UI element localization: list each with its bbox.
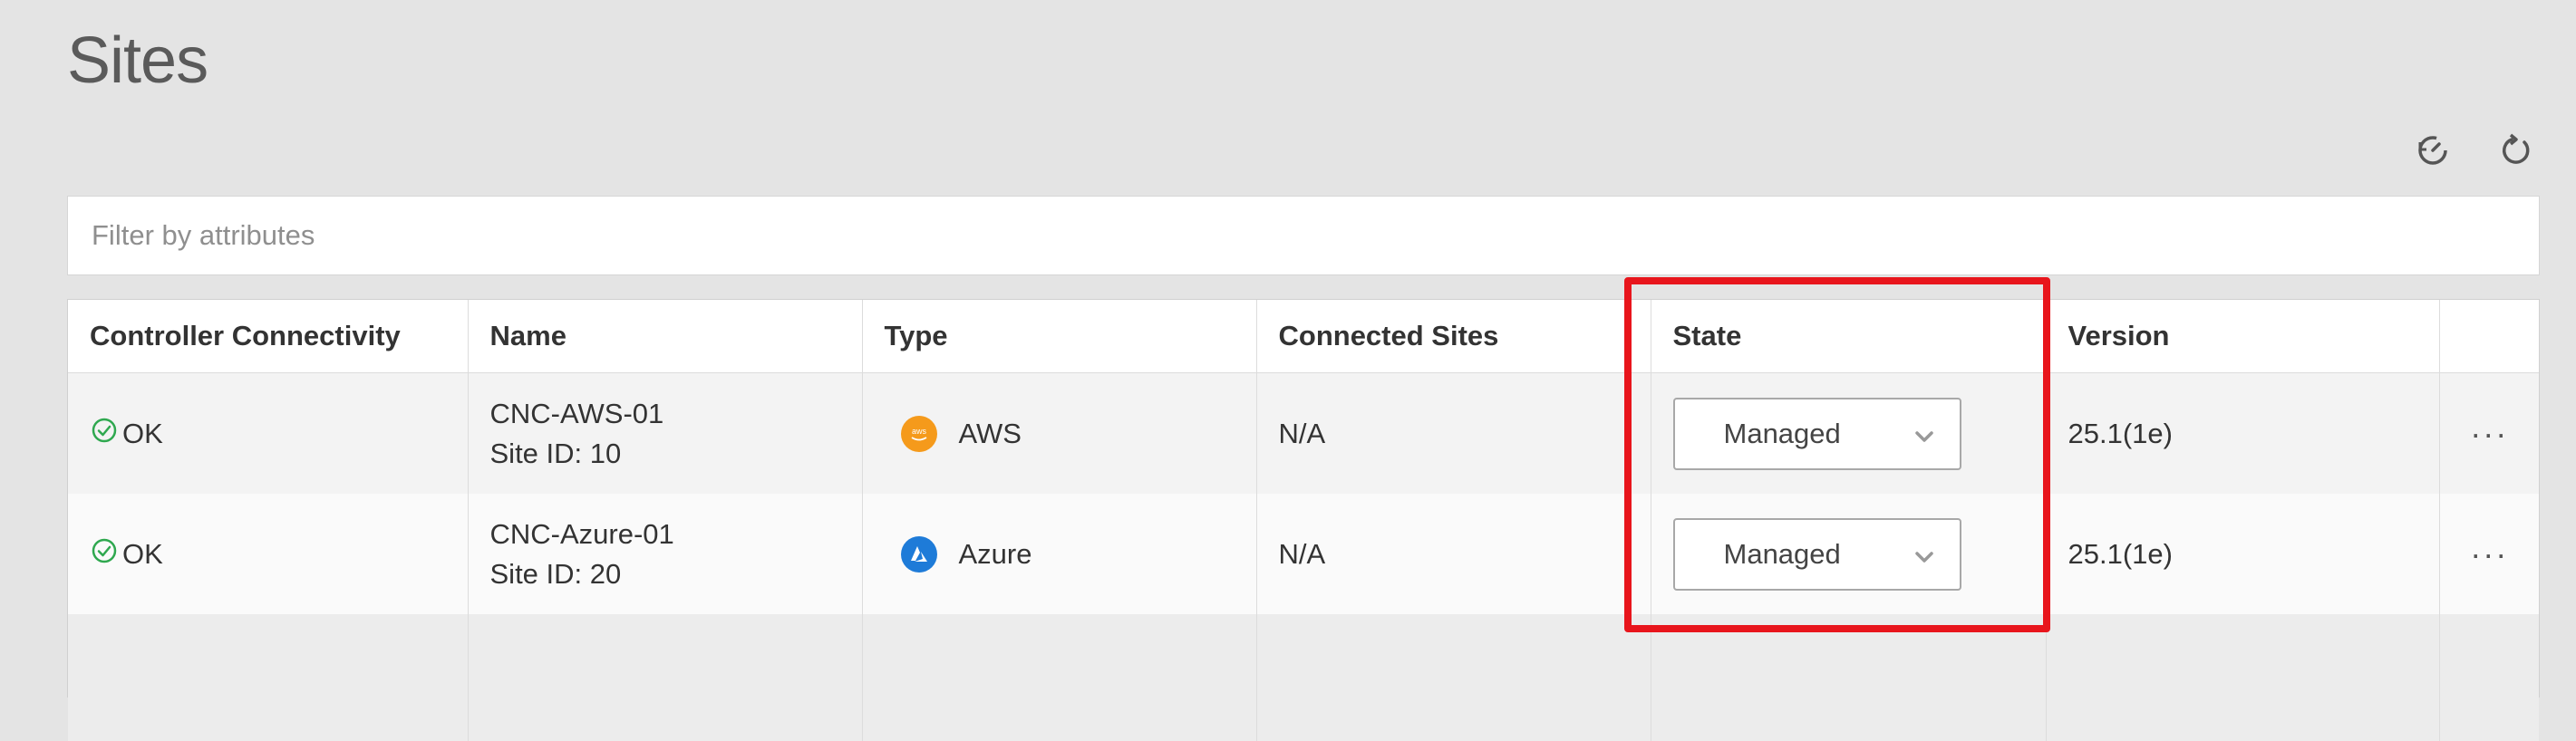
empty-cell	[1256, 614, 1651, 741]
more-actions-icon[interactable]: ···	[2439, 372, 2539, 494]
filter-bar	[67, 196, 2540, 275]
column-header-connected-sites[interactable]: Connected Sites	[1256, 300, 1651, 373]
connectivity-cell: OK	[68, 494, 469, 614]
more-actions-icon[interactable]: ···	[2439, 494, 2539, 614]
type-cell: Azure	[862, 494, 1257, 614]
connectivity-status: OK	[122, 537, 163, 570]
azure-logo-icon	[900, 535, 937, 573]
refresh-icon[interactable]	[2496, 130, 2536, 170]
column-header-state[interactable]: State	[1651, 300, 2047, 373]
table-row[interactable]: OK CNC-AWS-01 Site ID: 10 aws AWS N/A Ma…	[68, 372, 2539, 494]
table-header-row: Controller Connectivity Name Type Connec…	[68, 300, 2539, 373]
site-name[interactable]: CNC-AWS-01	[490, 394, 840, 434]
empty-cell	[2439, 614, 2539, 741]
sites-table: Controller Connectivity Name Type Connec…	[67, 299, 2540, 741]
site-id: Site ID: 10	[489, 437, 622, 469]
name-cell: CNC-Azure-01 Site ID: 20	[468, 494, 863, 614]
chevron-down-icon	[1914, 418, 1934, 450]
empty-row	[68, 614, 2539, 741]
state-cell: Managed	[1651, 494, 2047, 614]
connected-sites-cell: N/A	[1256, 494, 1651, 614]
check-circle-icon	[90, 536, 119, 573]
column-header-type[interactable]: Type	[862, 300, 1257, 373]
state-select[interactable]: Managed	[1672, 517, 1961, 591]
type-cell: aws AWS	[862, 372, 1257, 494]
empty-cell	[2046, 614, 2440, 741]
page-title: Sites	[67, 24, 208, 97]
empty-cell	[468, 614, 863, 741]
toolbar	[2413, 130, 2536, 170]
connected-sites-cell: N/A	[1256, 372, 1651, 494]
empty-cell	[68, 614, 469, 741]
empty-cell	[1651, 614, 2047, 741]
state-select[interactable]: Managed	[1672, 397, 1961, 470]
empty-cell	[862, 614, 1257, 741]
column-header-version[interactable]: Version	[2046, 300, 2440, 373]
site-type: AWS	[958, 417, 1022, 449]
column-header-connectivity[interactable]: Controller Connectivity	[68, 300, 469, 373]
site-type: Azure	[958, 537, 1032, 570]
table-row[interactable]: OK CNC-Azure-01 Site ID: 20 Azure N/A Ma…	[68, 494, 2539, 614]
scheduled-refresh-icon[interactable]	[2413, 130, 2453, 170]
column-header-actions	[2439, 300, 2539, 373]
version-cell: 25.1(1e)	[2046, 372, 2440, 494]
connectivity-cell: OK	[68, 372, 469, 494]
chevron-down-icon	[1914, 538, 1934, 571]
state-select-value: Managed	[1723, 417, 1841, 449]
version-cell: 25.1(1e)	[2046, 494, 2440, 614]
connectivity-status: OK	[122, 417, 163, 449]
aws-logo-icon: aws	[900, 415, 937, 452]
state-select-value: Managed	[1723, 537, 1841, 570]
site-name[interactable]: CNC-Azure-01	[490, 515, 840, 554]
filter-input[interactable]	[68, 197, 2539, 274]
check-circle-icon	[90, 416, 119, 452]
column-header-name[interactable]: Name	[468, 300, 863, 373]
site-id: Site ID: 20	[489, 557, 622, 590]
state-cell: Managed	[1651, 372, 2047, 494]
name-cell: CNC-AWS-01 Site ID: 10	[468, 372, 863, 494]
svg-text:aws: aws	[911, 427, 926, 436]
